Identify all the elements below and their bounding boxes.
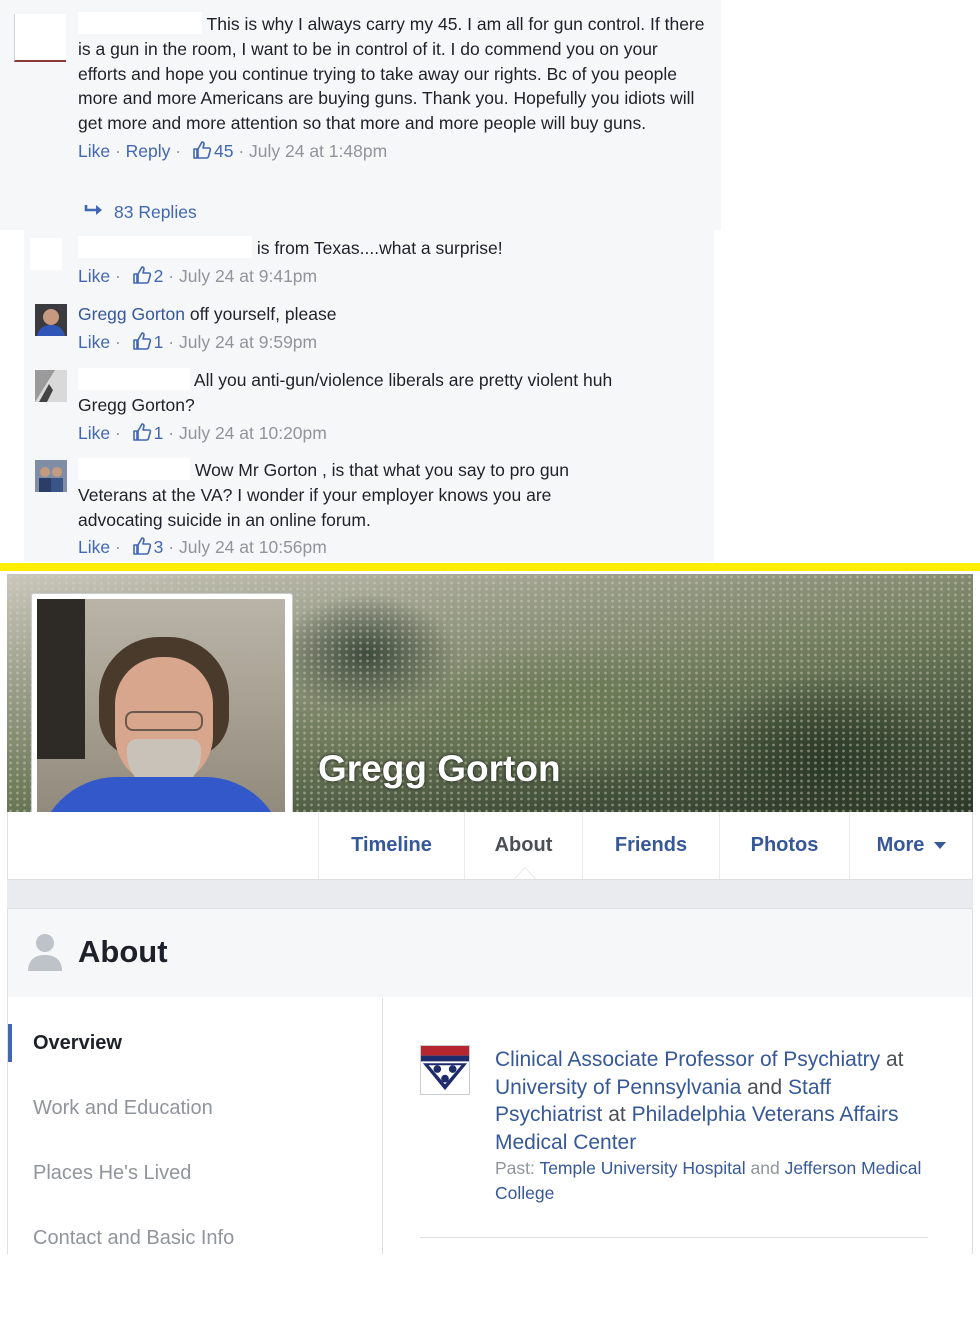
- like-count[interactable]: 2: [154, 266, 164, 286]
- reply-timestamp[interactable]: July 24 at 10:56pm: [179, 537, 327, 557]
- like-count[interactable]: 1: [154, 423, 164, 443]
- like-link[interactable]: Like: [78, 423, 110, 443]
- work-role-1[interactable]: Clinical Associate Professor of Psychiat…: [495, 1048, 880, 1071]
- redacted-author-name[interactable]: [78, 368, 190, 390]
- main-comment: This is why I always carry my 45. I am a…: [78, 12, 710, 163]
- tab-timeline[interactable]: Timeline: [318, 812, 464, 879]
- caret-down-icon: [934, 841, 947, 849]
- like-link[interactable]: Like: [78, 266, 110, 286]
- reply-timestamp[interactable]: July 24 at 9:41pm: [179, 266, 317, 286]
- like-count[interactable]: 1: [154, 332, 164, 352]
- person-icon: [28, 934, 62, 971]
- reply-meta: Like · 1 · July 24 at 10:20pm: [78, 422, 327, 443]
- reply-meta: Like · 2 · July 24 at 9:41pm: [78, 265, 318, 286]
- sidebar-item-places-lived[interactable]: Places He's Lived: [33, 1162, 191, 1185]
- tab-friends[interactable]: Friends: [582, 812, 719, 879]
- photo-background-window: [37, 599, 85, 759]
- yellow-divider: [0, 563, 980, 571]
- profile-photo: [37, 599, 285, 847]
- sidebar-item-work-and-education[interactable]: Work and Education: [33, 1097, 213, 1120]
- work-past: Past: Temple University Hospital and Jef…: [495, 1156, 935, 1206]
- photo-glasses: [125, 711, 203, 731]
- view-replies-link[interactable]: 83 Replies: [84, 202, 197, 223]
- reply-avatar[interactable]: [35, 460, 67, 492]
- past-employer-1[interactable]: Temple University Hospital: [539, 1158, 745, 1178]
- active-tab-indicator: [514, 867, 536, 879]
- past-label: Past:: [495, 1158, 535, 1178]
- reply-comment: is from Texas....what a surprise! Like ·…: [78, 236, 710, 288]
- tab-more[interactable]: More: [849, 812, 973, 879]
- reply-comment: All you anti-gun/violence liberals are p…: [78, 368, 658, 445]
- profile-name[interactable]: Gregg Gorton: [318, 748, 561, 790]
- reply-avatar[interactable]: [30, 238, 62, 270]
- tab-photos[interactable]: Photos: [719, 812, 849, 879]
- about-title: About: [78, 934, 168, 969]
- like-count[interactable]: 45: [214, 141, 233, 161]
- tab-more-label: More: [876, 834, 925, 856]
- redacted-author-name[interactable]: [78, 236, 252, 258]
- redacted-author-name[interactable]: [78, 458, 190, 480]
- sidebar-item-contact-info[interactable]: Contact and Basic Info: [33, 1227, 234, 1250]
- work-at-2: at: [608, 1103, 626, 1127]
- reply-meta: Like · 1 · July 24 at 9:59pm: [78, 331, 318, 352]
- thumbs-up-icon: [132, 422, 151, 441]
- reply-meta: Like · 3 · July 24 at 10:56pm: [78, 537, 327, 558]
- reply-link[interactable]: Reply: [126, 141, 171, 161]
- thumbs-up-icon: [193, 141, 212, 159]
- like-link[interactable]: Like: [78, 332, 110, 352]
- reply-text: off yourself, please: [189, 304, 337, 324]
- reply-text: is from Texas....what a surprise!: [256, 238, 503, 258]
- thumbs-up-icon: [132, 331, 151, 350]
- work-org-1[interactable]: University of Pennsylvania: [495, 1076, 741, 1099]
- work-divider: [420, 1237, 928, 1238]
- work-entry: Clinical Associate Professor of Psychiat…: [495, 1046, 935, 1156]
- comment-timestamp[interactable]: July 24 at 1:48pm: [249, 141, 387, 161]
- like-link[interactable]: Like: [78, 141, 110, 161]
- reply-arrow-icon: [84, 205, 102, 215]
- reply-timestamp[interactable]: July 24 at 10:20pm: [179, 423, 327, 443]
- reply-timestamp[interactable]: July 24 at 9:59pm: [179, 332, 317, 352]
- active-item-bar: [8, 1024, 12, 1062]
- commenter-avatar[interactable]: [14, 14, 66, 62]
- redacted-author-name[interactable]: [78, 12, 202, 34]
- section-gap: [7, 880, 973, 908]
- university-shield-logo[interactable]: [420, 1045, 470, 1095]
- sidebar-item-overview[interactable]: Overview: [33, 1032, 122, 1055]
- reply-comment: Gregg Gorton off yourself, please Like ·…: [78, 302, 710, 354]
- reply-comment: Wow Mr Gorton , is that what you say to …: [78, 458, 618, 559]
- gregg-gorton-avatar[interactable]: [35, 304, 67, 336]
- like-count[interactable]: 3: [154, 537, 164, 557]
- work-and: and: [747, 1075, 783, 1099]
- work-at-1: at: [886, 1048, 904, 1071]
- reply-author-name[interactable]: Gregg Gorton: [78, 304, 185, 324]
- reply-avatar[interactable]: [35, 370, 67, 402]
- sidebar-divider: [382, 998, 383, 1254]
- thumbs-up-icon: [132, 537, 151, 556]
- thumbs-up-icon: [132, 265, 151, 284]
- past-and: and: [750, 1158, 780, 1178]
- comment-meta: Like · Reply · 45 · July 24 at 1:48pm: [78, 140, 388, 161]
- like-link[interactable]: Like: [78, 537, 110, 557]
